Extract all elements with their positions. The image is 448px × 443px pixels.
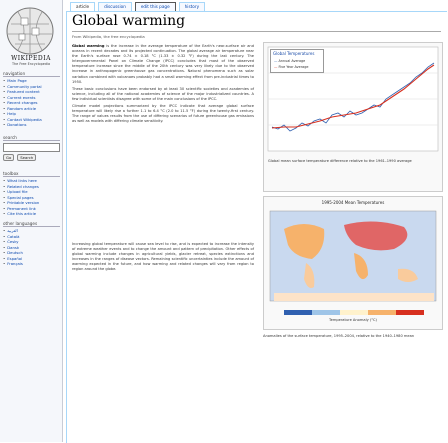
navigation-portlet: navigation Main Page Community portal Fe… (3, 68, 60, 128)
search-input[interactable] (3, 143, 60, 152)
page-title: Global warming (72, 13, 186, 29)
toolbox-portlet: toolbox What links here Related changes … (3, 168, 60, 217)
title-divider (72, 31, 441, 32)
logo-text: WIKIPEDIA (11, 55, 51, 62)
tab-history[interactable]: history (178, 2, 206, 11)
article-body-continued: Increasing global temperature will cause… (72, 242, 254, 275)
legend-entry: — Annual Average (274, 59, 306, 63)
map-title: 1995-2004 Mean Temperatures (321, 200, 385, 205)
temperature-map-figure[interactable]: 1995-2004 Mean Temperatures Temperature … (263, 196, 443, 330)
paragraph: These basic conclusions have been endors… (72, 86, 254, 101)
site-sub: From Wikipedia, the free encyclopedia (72, 34, 145, 39)
lead-term: Global warming (72, 44, 105, 48)
temperature-chart-figure[interactable]: Global Temperatures — Annual Average — F… (263, 42, 443, 192)
paragraph: Climate model projections summarized by … (72, 104, 254, 124)
tab-discussion[interactable]: discussion (98, 2, 132, 11)
search-portlet: search Go Search (3, 132, 60, 164)
paragraph: Global warming is the increase in the av… (72, 44, 254, 85)
legend-title: Global Temperatures (273, 51, 315, 56)
nav-item[interactable]: Donations (3, 122, 60, 128)
logo-tagline: The Free Encyclopedia (11, 62, 51, 66)
navigation-heading: navigation (3, 71, 60, 77)
toolbox-heading: toolbox (3, 171, 60, 177)
languages-heading: other languages (3, 221, 60, 227)
chart-legend: Global Temperatures — Annual Average — F… (270, 49, 324, 73)
languages-portlet: other languages العربية Català Česky Dan… (3, 218, 60, 267)
wikipedia-globe-icon[interactable] (3, 4, 57, 58)
sidebar: WIKIPEDIA The Free Encyclopedia navigati… (0, 0, 63, 442)
search-button[interactable]: Search (17, 154, 37, 161)
paragraph: Increasing global temperature will cause… (72, 242, 254, 272)
legend-label: Five Year Average (278, 65, 309, 69)
legend-label: Annual Average (278, 59, 306, 63)
figure-caption: Global mean surface temperature differen… (268, 159, 412, 163)
scale-caption: Temperature Anomaly (°C) (329, 318, 377, 322)
search-heading: search (3, 135, 60, 141)
map-figure-caption: Anomalies of the surface temperature, 19… (263, 334, 415, 338)
article-body: Global warming is the increase in the av… (72, 44, 254, 126)
toolbox-item[interactable]: Cite this article (3, 211, 60, 217)
search-buttons: Go Search (3, 154, 60, 161)
tab-edit[interactable]: edit this page (134, 2, 176, 11)
paragraph-text: is the increase in the average temperatu… (72, 44, 254, 84)
language-item[interactable]: Français (3, 261, 60, 267)
map-color-scale (284, 310, 424, 315)
legend-entry: — Five Year Average (274, 65, 309, 69)
go-button[interactable]: Go (3, 154, 15, 161)
article-content: Global warming From Wikipedia, the free … (66, 11, 447, 443)
tab-article[interactable]: article (70, 2, 96, 11)
page-tabs: article discussion edit this page histor… (70, 2, 206, 11)
temperature-map (269, 210, 437, 302)
